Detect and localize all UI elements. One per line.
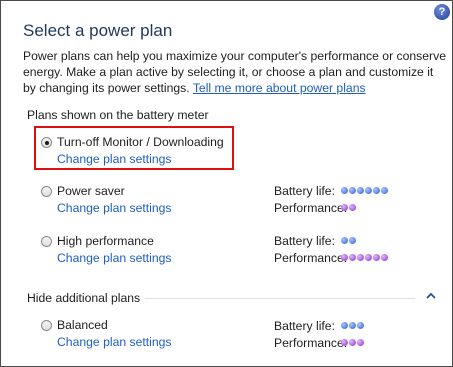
- battery-life-dot: [357, 187, 364, 194]
- performance-label: Performance:: [274, 336, 348, 350]
- battery-life-dot: [349, 187, 356, 194]
- battery-life-label: Battery life:: [274, 319, 335, 333]
- plan-radio-balanced[interactable]: [41, 320, 52, 331]
- battery-life-label: Battery life:: [274, 234, 335, 248]
- performance-dot: [341, 339, 348, 346]
- hide-additional-plans-header[interactable]: Hide additional plans: [27, 291, 140, 305]
- change-plan-settings-link-power-saver[interactable]: Change plan settings: [57, 201, 172, 215]
- battery-life-dot: [357, 322, 364, 329]
- battery-life-dot: [381, 187, 388, 194]
- performance-dot: [373, 254, 380, 261]
- change-plan-settings-link-balanced[interactable]: Change plan settings: [57, 335, 172, 349]
- battery-life-dot: [341, 322, 348, 329]
- performance-dot: [357, 339, 364, 346]
- performance-dot: [349, 254, 356, 261]
- tell-me-more-link[interactable]: Tell me more about power plans: [193, 81, 366, 95]
- plan-radio-high-performance[interactable]: [41, 236, 52, 247]
- performance-dot: [341, 254, 348, 261]
- performance-dot: [349, 339, 356, 346]
- battery-meter-section-header: Plans shown on the battery meter: [27, 108, 209, 122]
- power-options-panel: ? Select a power plan Power plans can he…: [0, 0, 453, 367]
- intro-text: Power plans can help you maximize your c…: [23, 48, 448, 96]
- performance-dot: [365, 254, 372, 261]
- chevron-up-icon[interactable]: [426, 292, 436, 300]
- change-plan-settings-link-high-performance[interactable]: Change plan settings: [57, 251, 172, 265]
- battery-life-dot: [373, 187, 380, 194]
- battery-life-dot: [365, 187, 372, 194]
- plan-radio-turn-off-monitor[interactable]: [41, 137, 52, 148]
- plan-radio-power-saver[interactable]: [41, 186, 52, 197]
- battery-life-label: Battery life:: [274, 184, 335, 198]
- change-plan-settings-link-turn-off-monitor[interactable]: Change plan settings: [57, 152, 172, 166]
- performance-dot: [381, 254, 388, 261]
- performance-dot: [349, 204, 356, 211]
- performance-label: Performance:: [274, 251, 348, 265]
- help-icon[interactable]: ?: [434, 4, 450, 20]
- plan-name-power-saver[interactable]: Power saver: [57, 184, 125, 198]
- battery-life-dot: [349, 237, 356, 244]
- battery-life-dot: [341, 237, 348, 244]
- section-divider: [145, 298, 415, 299]
- plan-name-balanced[interactable]: Balanced: [57, 318, 108, 332]
- performance-label: Performance:: [274, 201, 348, 215]
- plan-name-high-performance[interactable]: High performance: [57, 234, 154, 248]
- performance-dot: [357, 254, 364, 261]
- plan-name-turn-off-monitor[interactable]: Turn-off Monitor / Downloading: [57, 135, 224, 149]
- page-title: Select a power plan: [23, 21, 173, 40]
- battery-life-dot: [341, 187, 348, 194]
- performance-dot: [341, 204, 348, 211]
- battery-life-dot: [349, 322, 356, 329]
